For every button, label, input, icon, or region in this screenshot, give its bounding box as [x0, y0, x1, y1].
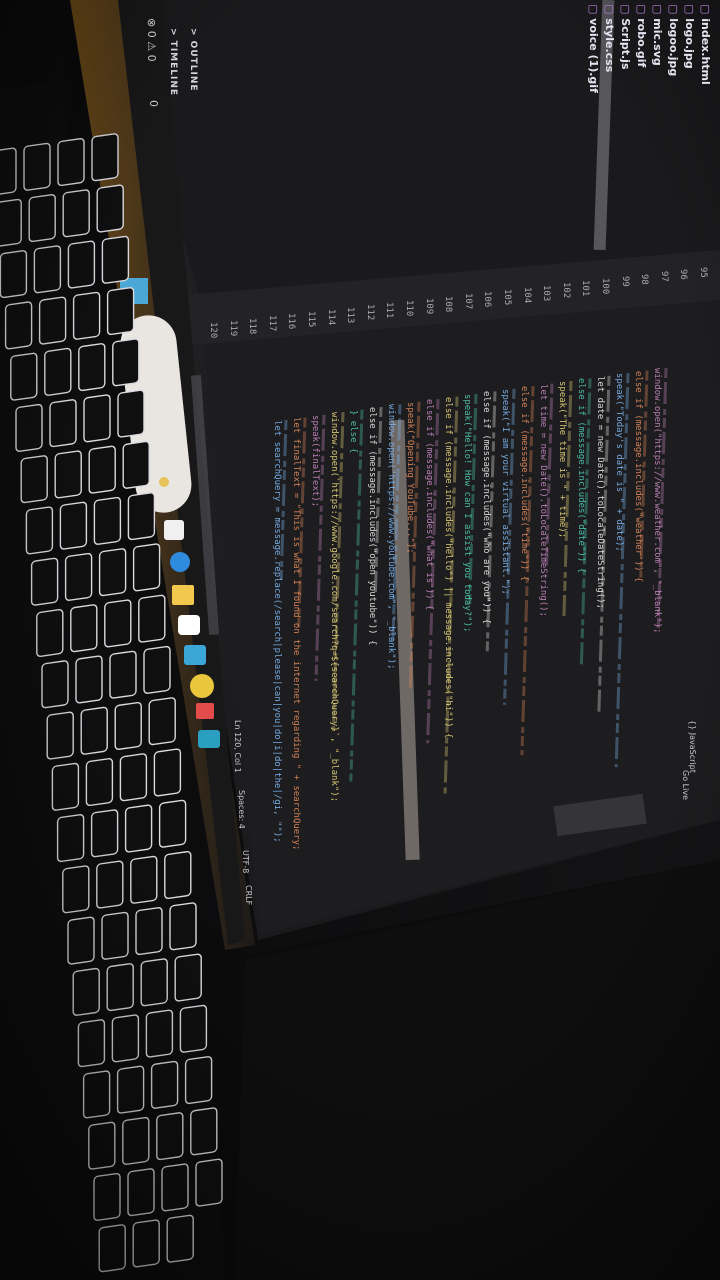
image-file-icon: ▢	[667, 4, 680, 19]
line-number: 101	[580, 280, 591, 297]
html-file-icon: ▢	[699, 4, 712, 19]
line-number: 114	[325, 308, 336, 326]
line-number: 98	[639, 273, 650, 285]
line-number: 110	[404, 300, 414, 317]
line-number: 106	[482, 291, 493, 308]
explorer-file-name: style.css	[603, 18, 616, 73]
line-number: 95	[698, 267, 708, 278]
code-line[interactable]: } else {	[348, 410, 358, 453]
code-line[interactable]: else if (message.includes("time")) {	[519, 386, 529, 581]
explorer-file-name: logoo.jpg	[667, 18, 680, 77]
code-line[interactable]: let searchQuery = message.replace(/searc…	[272, 420, 282, 843]
code-line[interactable]: speak("Opening YouTube...");	[405, 402, 415, 554]
line-number: 111	[384, 302, 395, 319]
problems-counter[interactable]: ⊗ 0 ⚠ 0	[145, 18, 158, 62]
line-number: 112	[364, 304, 375, 321]
explorer-file-name: logo.jpg	[683, 18, 696, 69]
code-line[interactable]: let time = new Date().toLocaleTimeString…	[538, 384, 548, 617]
code-line[interactable]: let finalText = "This is what I found on…	[291, 417, 301, 850]
cursor-position[interactable]: Ln 120, Col 1	[233, 720, 242, 773]
ports-counter[interactable]: 0	[147, 100, 160, 107]
line-number: 105	[502, 289, 512, 306]
line-number: 108	[443, 295, 454, 312]
image-file-icon: ▢	[587, 4, 600, 19]
explorer-file-item[interactable]: ▢ logoo.jpg	[667, 4, 680, 76]
svg-file-icon: ▢	[651, 4, 664, 19]
explorer-file-item[interactable]: ▢ style.css	[603, 4, 616, 72]
line-number: 97	[658, 271, 669, 283]
explorer-file-item[interactable]: ▢ voice (1).gif	[587, 4, 600, 93]
line-number: 99	[619, 275, 630, 287]
line-number: 116	[286, 313, 297, 330]
code-line[interactable]: speak("Today's date is " + date);	[614, 373, 624, 552]
code-line[interactable]: else if (message.includes("who are you")…	[481, 391, 491, 624]
explorer-file-name: Script.js	[619, 18, 632, 70]
line-number: 102	[560, 282, 571, 299]
js-file-icon: ▢	[619, 4, 632, 19]
code-line[interactable]: speak("Hello! How can I assist you today…	[462, 394, 472, 632]
explorer-file-name: robo.gif	[635, 18, 648, 68]
timeline-panel-label[interactable]: > TIMELINE	[168, 28, 178, 96]
explorer-file-item[interactable]: ▢ logo.jpg	[683, 4, 696, 69]
explorer-file-item[interactable]: ▢ robo.gif	[635, 4, 648, 67]
code-line[interactable]: speak("I am your virtual assistant.");	[500, 389, 510, 595]
css-file-icon: ▢	[603, 4, 616, 19]
line-number: 117	[266, 315, 277, 332]
explorer-file-name: voice (1).gif	[587, 18, 600, 93]
eol-setting[interactable]: CRLF	[244, 885, 253, 905]
line-number: 103	[541, 284, 552, 301]
code-line[interactable]: window.open("https://www.youtube.com", "…	[386, 404, 396, 670]
photo-scene	[0, 0, 720, 1280]
code-line[interactable]: else if (message.includes("open youtube"…	[367, 407, 377, 645]
code-line[interactable]: else if (message.includes("what is")) {	[424, 399, 434, 610]
code-line[interactable]: window.open(`https://www.google.com/sear…	[329, 412, 339, 802]
language-mode[interactable]: {} JavaScript	[688, 720, 697, 773]
outline-panel-label[interactable]: > OUTLINE	[188, 28, 198, 92]
explorer-file-name: mic.svg	[651, 18, 664, 66]
code-line[interactable]: speak("The time is " + time);	[557, 381, 567, 538]
code-line[interactable]: else if (message.includes("date")) {	[576, 378, 586, 573]
vignette	[0, 0, 720, 1280]
code-line[interactable]: else if (message.includes("hello") || me…	[443, 397, 453, 738]
explorer-file-name: index.html	[699, 18, 712, 85]
line-number: 104	[521, 286, 532, 304]
line-number: 119	[227, 319, 238, 337]
indent-setting[interactable]: Spaces: 4	[237, 790, 246, 829]
explorer-file-item[interactable]: ▢ index.html	[699, 4, 712, 85]
code-line[interactable]: let date = new Date().toLocaleDateString…	[595, 376, 605, 609]
line-number: 109	[423, 297, 434, 315]
image-file-icon: ▢	[635, 4, 648, 19]
explorer-file-item[interactable]: ▢ Script.js	[619, 4, 632, 70]
code-line[interactable]: speak(finalText);	[310, 415, 320, 507]
explorer-file-item[interactable]: ▢ mic.svg	[651, 4, 664, 66]
line-number: 107	[462, 293, 473, 310]
line-number: 113	[345, 306, 356, 323]
line-number: 118	[247, 317, 258, 334]
go-live-button[interactable]: Go Live	[681, 770, 690, 800]
line-number: 100	[600, 278, 610, 295]
line-number: 96	[678, 269, 689, 281]
image-file-icon: ▢	[683, 4, 696, 19]
encoding-setting[interactable]: UTF-8	[241, 850, 250, 873]
code-line[interactable]: else if (message.includes("weather")) {	[633, 371, 643, 582]
line-number: 120	[208, 322, 218, 339]
code-line[interactable]: window.open("https://www.weather.com", "…	[652, 368, 662, 634]
line-number: 115	[306, 311, 316, 328]
